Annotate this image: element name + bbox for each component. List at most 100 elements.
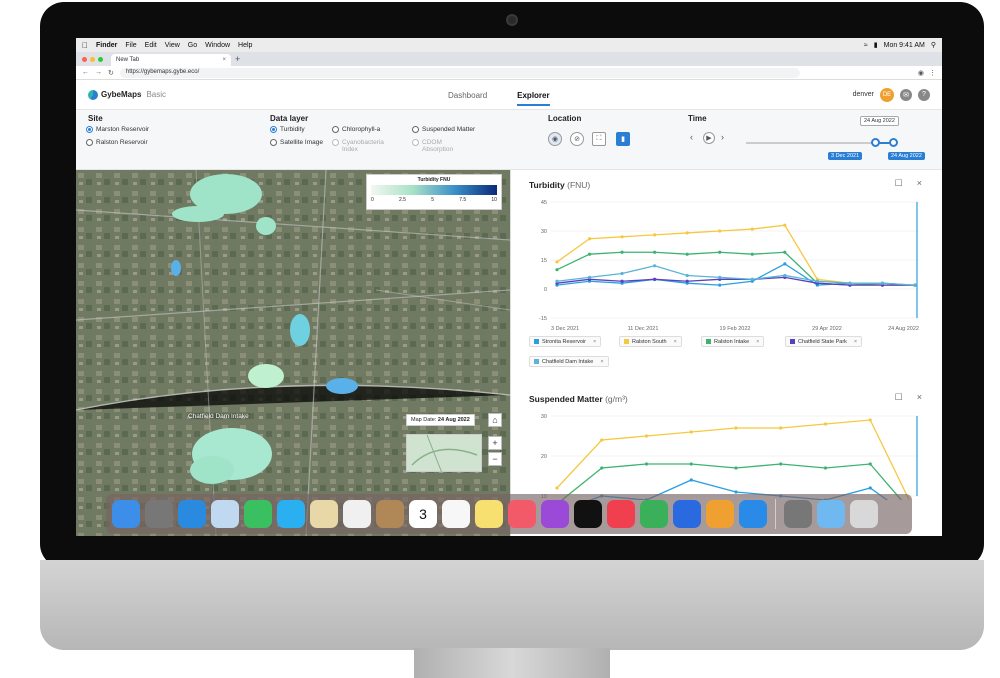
play-icon[interactable]: ▶	[703, 132, 715, 144]
time-slider-track[interactable]	[746, 138, 898, 147]
range-start-chip[interactable]: 3 Dec 2021	[828, 152, 863, 160]
data-point[interactable]	[848, 281, 852, 285]
radio-satellite[interactable]	[270, 139, 277, 146]
new-tab-icon[interactable]: +	[235, 54, 240, 64]
data-point[interactable]	[734, 426, 738, 430]
layer-satellite[interactable]: Satellite Image	[270, 139, 324, 146]
data-point[interactable]	[653, 277, 657, 281]
zoom-in-button[interactable]: +	[488, 436, 502, 450]
site-option-marston[interactable]: Marston Reservoir	[86, 126, 149, 133]
back-icon[interactable]: ←	[82, 69, 89, 76]
satellite-map[interactable]: Turbidity FNU 0 2.5 5 7.5 10 Chatfield D…	[76, 170, 510, 536]
data-point[interactable]	[653, 250, 657, 254]
username[interactable]: denver	[853, 91, 874, 98]
menu-edit[interactable]: Edit	[145, 42, 157, 49]
folder-icon[interactable]	[817, 500, 845, 528]
data-point[interactable]	[783, 262, 787, 266]
facetime-icon[interactable]	[244, 500, 272, 528]
data-point[interactable]	[685, 273, 689, 278]
tab-dashboard[interactable]: Dashboard	[448, 91, 487, 100]
close-window-icon[interactable]	[82, 56, 87, 62]
photos-icon[interactable]	[343, 500, 371, 528]
data-point[interactable]	[823, 422, 828, 426]
data-point[interactable]	[779, 426, 783, 430]
compass-icon[interactable]: ⊘	[570, 132, 584, 146]
menubar-clock[interactable]: Mon 9:41 AM	[884, 42, 925, 49]
podcasts-icon[interactable]	[541, 500, 569, 528]
avatar[interactable]: DE	[880, 87, 894, 102]
data-point[interactable]	[644, 434, 649, 438]
menu-help[interactable]: Help	[238, 42, 252, 49]
data-point[interactable]	[620, 271, 624, 276]
remove-series-icon[interactable]: ×	[756, 339, 759, 345]
data-point[interactable]	[734, 466, 738, 470]
expand-icon[interactable]: ☐	[895, 178, 903, 189]
data-point[interactable]	[689, 462, 693, 466]
legend-chip-chatfield-dam-intake[interactable]: Chatfield Dam Intake ×	[529, 356, 609, 367]
turbidity-chart[interactable]: -15 0 15 30 45 3 Dec 2021 11 Dec 2021 19 Feb 20…	[521, 196, 931, 336]
remove-series-icon[interactable]: ×	[593, 339, 596, 345]
data-point[interactable]	[600, 438, 604, 442]
data-point[interactable]	[689, 430, 693, 434]
data-point[interactable]	[815, 279, 819, 283]
remove-series-icon[interactable]: ×	[854, 339, 857, 345]
layer-turbidity[interactable]: Turbidity	[270, 126, 305, 133]
chat-icon[interactable]: ✉	[900, 88, 912, 101]
legend-chip-ralston-south[interactable]: Ralston South ×	[619, 336, 682, 347]
data-point[interactable]	[620, 279, 624, 283]
time-slider-end-handle[interactable]	[889, 138, 898, 147]
data-point[interactable]	[783, 223, 787, 227]
data-point[interactable]	[880, 281, 885, 285]
tv-icon[interactable]	[574, 500, 602, 528]
data-point[interactable]	[750, 277, 754, 281]
data-point[interactable]	[555, 260, 559, 264]
maps-icon[interactable]	[310, 500, 338, 528]
data-point[interactable]	[718, 283, 722, 287]
time-slider-start-handle[interactable]	[871, 138, 880, 147]
expand-icon[interactable]: ☐	[895, 392, 903, 403]
notes-icon[interactable]	[475, 500, 503, 528]
zoom-out-button[interactable]: −	[488, 452, 502, 466]
data-point[interactable]	[653, 233, 657, 237]
music-icon[interactable]	[508, 500, 536, 528]
forward-icon[interactable]: →	[95, 69, 102, 76]
data-point[interactable]	[685, 231, 689, 235]
data-point[interactable]	[587, 275, 592, 279]
preferences-icon[interactable]	[784, 500, 812, 528]
data-point[interactable]	[685, 279, 689, 283]
calendar-icon[interactable]: 3	[409, 500, 437, 528]
data-point[interactable]	[644, 462, 649, 466]
legend-chip-chatfield-state-park[interactable]: Chatfield State Park ×	[785, 336, 863, 347]
next-icon[interactable]: ›	[721, 132, 724, 142]
remove-series-icon[interactable]: ×	[674, 339, 677, 345]
data-point[interactable]	[783, 250, 787, 254]
menu-finder[interactable]: Finder	[96, 42, 117, 49]
menu-go[interactable]: Go	[188, 42, 197, 49]
close-icon[interactable]: ×	[917, 392, 922, 403]
suspended-matter-chart[interactable]: 102030	[521, 410, 931, 500]
data-point[interactable]	[689, 478, 693, 482]
map-place-label[interactable]: Chatfield Dam Intake	[188, 413, 249, 420]
data-point[interactable]	[823, 466, 828, 470]
layer-chlorophyll[interactable]: Chlorophyll-a	[332, 126, 380, 133]
layer-suspended[interactable]: Suspended Matter	[412, 126, 475, 133]
home-icon[interactable]: ⌂	[488, 413, 502, 427]
safari-icon[interactable]	[178, 500, 206, 528]
legend-chip-stronita[interactable]: Stronita Reservoir ×	[529, 336, 602, 347]
radio-suspended[interactable]	[412, 126, 419, 133]
data-point[interactable]	[868, 418, 872, 422]
menu-dots-icon[interactable]: ⋮	[929, 69, 936, 77]
radio-turbidity[interactable]	[270, 126, 277, 133]
data-point[interactable]	[868, 462, 872, 466]
data-point[interactable]	[600, 466, 604, 470]
legend-chip-ralston-intake[interactable]: Ralston Intake ×	[701, 336, 765, 347]
data-point[interactable]	[620, 250, 624, 254]
series-line[interactable]	[556, 419, 915, 500]
reload-icon[interactable]: ↻	[108, 69, 114, 77]
remove-series-icon[interactable]: ×	[600, 359, 603, 365]
numbers-icon[interactable]	[640, 500, 668, 528]
data-point[interactable]	[587, 237, 592, 241]
site-option-ralston[interactable]: Ralston Reservoir	[86, 139, 148, 146]
pages-icon[interactable]	[706, 500, 734, 528]
data-point[interactable]	[555, 486, 559, 490]
